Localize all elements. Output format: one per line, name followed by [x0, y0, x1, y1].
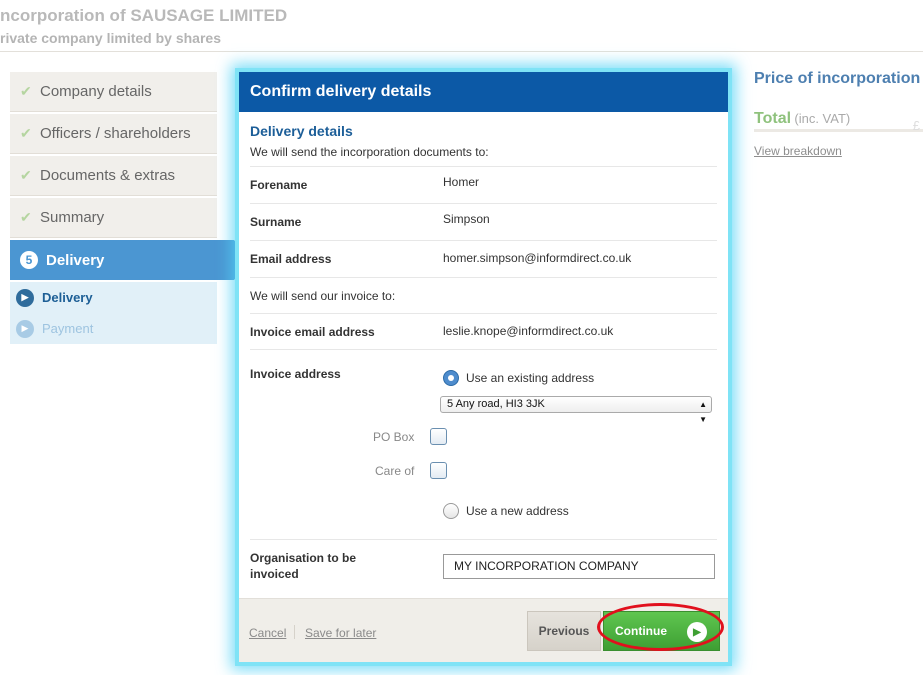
link-divider	[294, 625, 295, 639]
surname-row: Surname Simpson	[250, 204, 717, 241]
forename-value: Homer	[443, 175, 480, 189]
total-amount: £	[912, 118, 920, 133]
step-delivery-active[interactable]: 5 Delivery	[10, 240, 251, 280]
page-header: ncorporation of SAUSAGE LIMITED rivate c…	[0, 0, 923, 52]
invoice-note-row: We will send our invoice to:	[250, 278, 717, 314]
email-label: Email address	[250, 252, 332, 266]
step-label: Delivery	[46, 251, 105, 269]
step-label: Documents & extras	[40, 167, 176, 184]
select-arrows-icon: ▲ ▼	[699, 400, 707, 424]
check-icon: ✔	[20, 209, 32, 225]
view-breakdown-link[interactable]: View breakdown	[754, 144, 923, 158]
new-address-label: Use a new address	[466, 504, 569, 518]
surname-label: Surname	[250, 215, 302, 229]
existing-address-label: Use an existing address	[466, 371, 595, 385]
substep-delivery[interactable]: ▶ Delivery	[10, 282, 217, 313]
substep-list: ▶ Delivery ▶ Payment	[10, 282, 217, 344]
total-row: Total (inc. VAT)	[754, 110, 923, 132]
progress-sidebar: ✔ Company details ✔ Officers / sharehold…	[10, 72, 251, 344]
arrow-circle-icon: ▶	[16, 288, 34, 307]
invoice-email-row: Invoice email address leslie.knope@infor…	[250, 314, 717, 350]
po-box-checkbox[interactable]	[430, 428, 447, 445]
step-label: Company details	[40, 83, 152, 100]
invoice-note: We will send our invoice to:	[250, 288, 396, 303]
substep-label: Delivery	[42, 290, 93, 305]
po-box-label: PO Box	[373, 430, 415, 444]
substep-label: Payment	[42, 321, 94, 336]
care-of-checkbox[interactable]	[430, 462, 447, 479]
step-label: Officers / shareholders	[40, 125, 191, 142]
send-documents-note: We will send the incorporation documents…	[250, 145, 717, 167]
total-vat-note: (inc. VAT)	[794, 111, 851, 126]
continue-button[interactable]: Continue ▶	[603, 611, 720, 651]
dialog-body: Delivery details We will send the incorp…	[239, 123, 728, 592]
dialog-footer: Cancel Save for later Previous Continue …	[239, 598, 728, 662]
save-for-later-link[interactable]: Save for later	[305, 626, 376, 640]
price-title: Price of incorporation	[754, 70, 921, 87]
forename-label: Forename	[250, 178, 308, 192]
step-company-details[interactable]: ✔ Company details	[10, 72, 217, 112]
care-of-label: Care of	[375, 464, 415, 478]
step-summary[interactable]: ✔ Summary	[10, 198, 217, 238]
section-title: Delivery details	[250, 123, 353, 139]
confirm-delivery-dialog: Confirm delivery details Delivery detail…	[239, 72, 728, 662]
surname-value: Simpson	[443, 212, 490, 226]
organisation-label: Organisation to be invoiced	[250, 551, 357, 581]
check-icon: ✔	[20, 83, 32, 99]
organisation-input[interactable]	[443, 553, 715, 579]
existing-address-radio[interactable]	[443, 370, 459, 386]
address-select[interactable]: 5 Any road, HI3 3JK ▲ ▼	[440, 396, 712, 424]
invoice-address-label: Invoice address	[250, 367, 341, 381]
invoice-email-value: leslie.knope@informdirect.co.uk	[443, 323, 614, 338]
continue-label: Continue	[615, 624, 667, 638]
step-label: Summary	[40, 209, 105, 226]
new-address-radio[interactable]	[443, 503, 459, 519]
arrow-right-icon: ▶	[687, 622, 707, 642]
organisation-row: Organisation to be invoiced	[250, 540, 717, 592]
check-icon: ✔	[20, 125, 32, 141]
invoice-email-label: Invoice email address	[250, 324, 375, 339]
forename-row: Forename Homer	[250, 167, 717, 204]
substep-payment[interactable]: ▶ Payment	[10, 313, 217, 344]
email-row: Email address homer.simpson@informdirect…	[250, 241, 717, 278]
previous-button[interactable]: Previous	[527, 611, 601, 651]
arrow-circle-icon: ▶	[16, 319, 34, 338]
cancel-link[interactable]: Cancel	[249, 626, 286, 640]
step-documents-extras[interactable]: ✔ Documents & extras	[10, 156, 217, 196]
page-subtitle: rivate company limited by shares	[0, 30, 221, 46]
existing-address-option[interactable]: Use an existing address	[443, 370, 594, 386]
step-officers-shareholders[interactable]: ✔ Officers / shareholders	[10, 114, 217, 154]
check-icon: ✔	[20, 167, 32, 183]
total-label: Total	[754, 110, 792, 127]
address-select-value: 5 Any road, HI3 3JK	[447, 398, 545, 410]
step-number-badge: 5	[20, 251, 38, 269]
dialog-title: Confirm delivery details	[239, 72, 728, 112]
email-value: homer.simpson@informdirect.co.uk	[443, 250, 632, 265]
price-summary: Price of incorporation Total (inc. VAT) …	[754, 70, 923, 158]
page-title: ncorporation of SAUSAGE LIMITED	[0, 6, 288, 25]
invoice-address-row: Invoice address Use an existing address …	[250, 350, 717, 540]
new-address-option[interactable]: Use a new address	[443, 503, 569, 519]
